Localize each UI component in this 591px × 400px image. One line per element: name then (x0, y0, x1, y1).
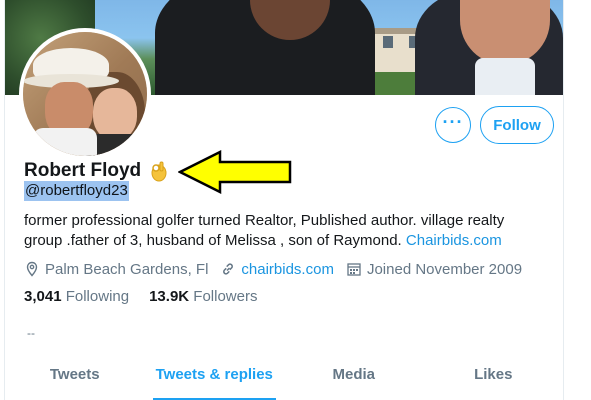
tab-likes-label: Likes (474, 366, 513, 383)
followers-label: Followers (193, 288, 258, 305)
website-item: chairbids.com (220, 261, 334, 278)
profile-stats: 3,041 Following 13.9K Followers (24, 288, 277, 305)
tab-tweets[interactable]: Tweets (5, 350, 145, 400)
link-icon (223, 263, 234, 275)
follow-button[interactable]: Follow (480, 106, 554, 144)
bio-link[interactable]: Chairbids.com (406, 232, 502, 249)
website-link[interactable]: chairbids.com (241, 261, 334, 278)
more-icon: ··· (442, 112, 464, 132)
tab-media[interactable]: Media (284, 350, 424, 400)
followers-stat[interactable]: 13.9K Followers (149, 288, 257, 305)
tab-media-label: Media (332, 366, 375, 383)
display-name: Robert Floyd (24, 160, 142, 181)
joined-text: Joined November 2009 (366, 260, 523, 278)
joined-item: Joined November 2009 (346, 261, 522, 278)
separator-dash: -- (27, 326, 35, 340)
ok-hand-icon (149, 160, 169, 182)
more-options-button[interactable]: ··· (435, 107, 471, 143)
avatar[interactable] (19, 28, 151, 160)
profile-meta: Palm Beach Gardens, Fl chairbids.com Joi… (24, 258, 534, 280)
location-item: Palm Beach Gardens, Fl (24, 261, 208, 278)
following-label: Following (65, 288, 130, 305)
profile-panel: ··· Follow Robert Floyd @robertfloyd23 f… (4, 0, 564, 400)
profile-bio: former professional golfer turned Realto… (24, 211, 544, 251)
tab-tweets-label: Tweets (49, 366, 100, 383)
following-count: 3,041 (24, 288, 62, 305)
tab-likes[interactable]: Likes (424, 350, 564, 400)
calendar-icon (347, 263, 361, 276)
profile-tabs: Tweets Tweets & replies Media Likes (5, 350, 563, 400)
location-text: Palm Beach Gardens, Fl (45, 260, 209, 278)
arrow-icon (178, 150, 292, 194)
location-icon (26, 261, 38, 277)
profile-handle: @robertfloyd23 (24, 181, 129, 201)
followers-count: 13.9K (149, 288, 190, 305)
following-stat[interactable]: 3,041 Following (24, 288, 129, 305)
tab-tweets-replies[interactable]: Tweets & replies (145, 350, 285, 400)
tab-tweets-replies-label: Tweets & replies (155, 366, 273, 383)
